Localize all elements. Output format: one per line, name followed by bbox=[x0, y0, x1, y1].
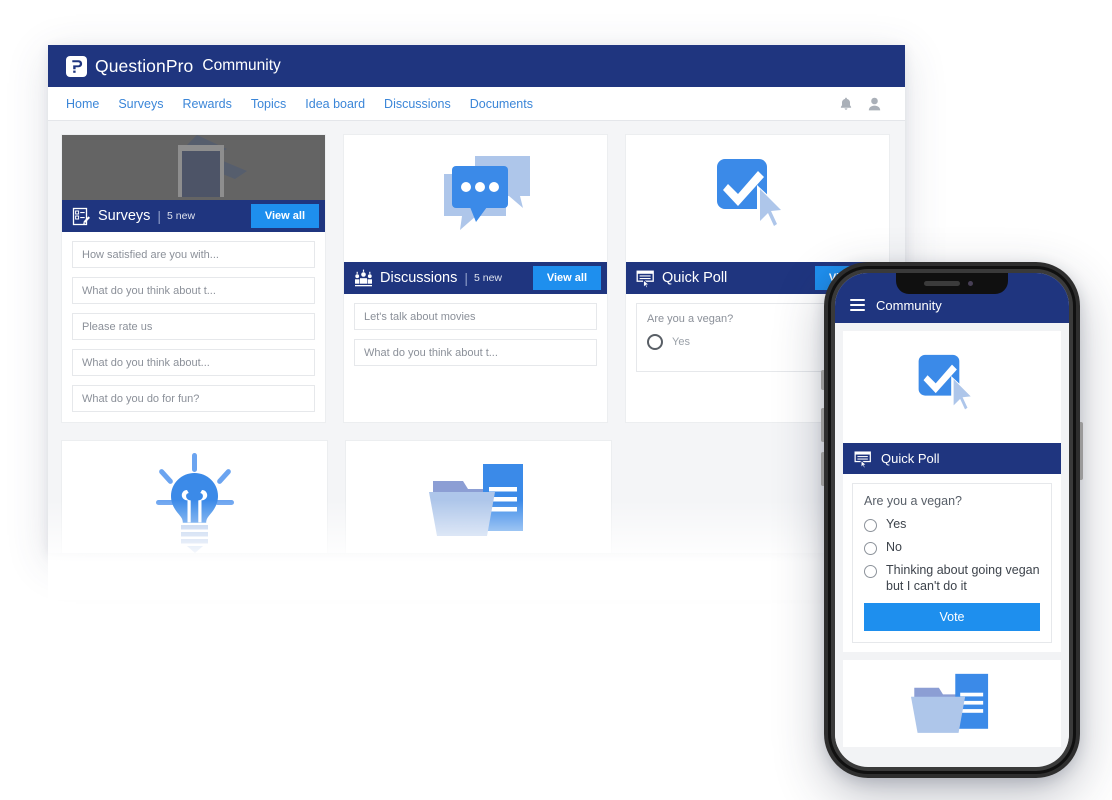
radio-button-icon[interactable] bbox=[864, 542, 877, 555]
mobile-quickpoll-title: Quick Poll bbox=[881, 451, 940, 466]
mobile-quickpoll-option[interactable]: Thinking about going vegan but I can't d… bbox=[864, 562, 1040, 594]
surveys-list: How satisfied are you with... What do yo… bbox=[62, 232, 325, 422]
radio-button-icon[interactable] bbox=[647, 334, 663, 350]
main-navigation: Home Surveys Rewards Topics Idea board D… bbox=[48, 87, 905, 121]
radio-button-icon[interactable] bbox=[864, 519, 877, 532]
nav-link-list: Home Surveys Rewards Topics Idea board D… bbox=[66, 97, 533, 111]
nav-actions bbox=[840, 97, 889, 111]
mobile-quickpoll-box: Are you a vegan? Yes No Thinking about g… bbox=[852, 483, 1052, 643]
mobile-quickpoll-option[interactable]: No bbox=[864, 539, 1040, 555]
card-idea-board[interactable] bbox=[61, 440, 328, 553]
survey-list-item[interactable]: What do you do for fun? bbox=[72, 385, 315, 412]
card-row-bottom bbox=[61, 440, 892, 553]
discussions-separator: | bbox=[464, 270, 468, 286]
phone-front-camera bbox=[968, 281, 973, 286]
questionpro-p-logo-icon bbox=[66, 55, 87, 77]
phone-volume-up-button[interactable] bbox=[821, 408, 824, 442]
phone-notch bbox=[896, 273, 1008, 294]
discussions-new-badge: 5 new bbox=[474, 272, 503, 284]
notification-bell-icon[interactable] bbox=[840, 97, 852, 111]
folder-document-illustration-icon bbox=[428, 463, 529, 546]
surveys-view-all-button[interactable]: View all bbox=[250, 204, 319, 228]
nav-item-discussions[interactable]: Discussions bbox=[384, 97, 451, 111]
user-account-icon[interactable] bbox=[868, 97, 881, 111]
mobile-quickpoll-header: Quick Poll bbox=[843, 443, 1061, 474]
survey-clipboard-icon bbox=[72, 207, 91, 226]
radio-button-icon[interactable] bbox=[864, 565, 877, 578]
discussion-list-item[interactable]: What do you think about t... bbox=[354, 339, 597, 366]
checkbox-cursor-illustration-icon bbox=[715, 157, 801, 240]
folder-document-illustration-icon bbox=[911, 673, 993, 742]
survey-papers-illustration-icon bbox=[135, 135, 253, 200]
mobile-documents-media bbox=[843, 660, 1061, 747]
mobile-app-title: Community bbox=[876, 297, 942, 313]
discussions-view-all-button[interactable]: View all bbox=[532, 266, 601, 290]
mobile-card-documents[interactable] bbox=[843, 660, 1061, 747]
mobile-quickpoll-option-label: No bbox=[886, 540, 902, 554]
poll-click-icon bbox=[854, 450, 872, 469]
brand-header: QuestionPro Community bbox=[48, 45, 905, 87]
poll-click-icon bbox=[636, 269, 655, 289]
hamburger-menu-icon[interactable] bbox=[850, 299, 865, 311]
survey-list-item[interactable]: What do you think about... bbox=[72, 349, 315, 376]
mobile-quickpoll-option[interactable]: Yes bbox=[864, 516, 1040, 532]
quickpoll-option-label: Yes bbox=[672, 336, 690, 348]
phone-screen: Community Quick Poll Are you a vegan? Ye… bbox=[835, 273, 1069, 767]
card-documents[interactable] bbox=[345, 440, 612, 553]
phone-volume-down-button[interactable] bbox=[821, 452, 824, 486]
surveys-card-title: Surveys bbox=[98, 208, 151, 224]
discussion-people-icon bbox=[354, 269, 373, 288]
dashboard-content: Surveys | 5 new View all How satisfied a… bbox=[48, 121, 905, 553]
mobile-card-quick-poll[interactable]: Quick Poll Are you a vegan? Yes No Think… bbox=[843, 331, 1061, 652]
phone-earpiece-speaker bbox=[924, 281, 960, 286]
mobile-quickpoll-option-label: Yes bbox=[886, 517, 907, 531]
checkbox-cursor-illustration-icon bbox=[917, 353, 987, 422]
survey-list-item[interactable]: Please rate us bbox=[72, 313, 315, 340]
surveys-card-header: Surveys | 5 new View all bbox=[62, 200, 325, 232]
discussions-card-header: Discussions | 5 new View all bbox=[344, 262, 607, 294]
browser-window: QuestionPro Community Home Surveys Rewar… bbox=[48, 45, 905, 553]
discussion-list-item[interactable]: Let's talk about movies bbox=[354, 303, 597, 330]
survey-list-item[interactable]: How satisfied are you with... bbox=[72, 241, 315, 268]
nav-item-surveys[interactable]: Surveys bbox=[118, 97, 163, 111]
quickpoll-card-media bbox=[626, 135, 889, 262]
survey-list-item[interactable]: What do you think about t... bbox=[72, 277, 315, 304]
discussions-card-media bbox=[344, 135, 607, 262]
mobile-quickpoll-body: Are you a vegan? Yes No Thinking about g… bbox=[843, 474, 1061, 652]
card-row-top: Surveys | 5 new View all How satisfied a… bbox=[61, 134, 892, 423]
phone-power-button[interactable] bbox=[1080, 422, 1083, 480]
card-discussions[interactable]: Discussions | 5 new View all Let's talk … bbox=[343, 134, 608, 423]
nav-item-topics[interactable]: Topics bbox=[251, 97, 286, 111]
card-surveys[interactable]: Surveys | 5 new View all How satisfied a… bbox=[61, 134, 326, 423]
brand-product: Community bbox=[202, 57, 281, 74]
nav-item-documents[interactable]: Documents bbox=[470, 97, 533, 111]
mobile-phone-mockup: Community Quick Poll Are you a vegan? Ye… bbox=[821, 262, 1083, 778]
surveys-separator: | bbox=[157, 208, 162, 224]
discussions-card-title: Discussions bbox=[380, 270, 458, 286]
mobile-quickpoll-question: Are you a vegan? bbox=[864, 494, 962, 508]
brand-name: QuestionPro bbox=[95, 55, 194, 76]
speech-bubbles-illustration-icon bbox=[413, 152, 538, 245]
surveys-new-badge: 5 new bbox=[167, 210, 196, 222]
surveys-card-media bbox=[62, 135, 325, 200]
phone-mute-switch[interactable] bbox=[821, 370, 824, 390]
mobile-quickpoll-option-label: Thinking about going vegan but I can't d… bbox=[886, 563, 1040, 593]
mobile-quickpoll-media bbox=[843, 331, 1061, 443]
discussions-list: Let's talk about movies What do you thin… bbox=[344, 294, 607, 376]
nav-item-rewards[interactable]: Rewards bbox=[183, 97, 232, 111]
nav-item-home[interactable]: Home bbox=[66, 97, 99, 111]
vote-button[interactable]: Vote bbox=[864, 603, 1040, 631]
nav-item-idea-board[interactable]: Idea board bbox=[305, 97, 365, 111]
quickpoll-card-title: Quick Poll bbox=[662, 270, 728, 286]
mobile-content-scroll[interactable]: Quick Poll Are you a vegan? Yes No Think… bbox=[835, 323, 1069, 747]
lightbulb-illustration-icon bbox=[142, 451, 248, 554]
